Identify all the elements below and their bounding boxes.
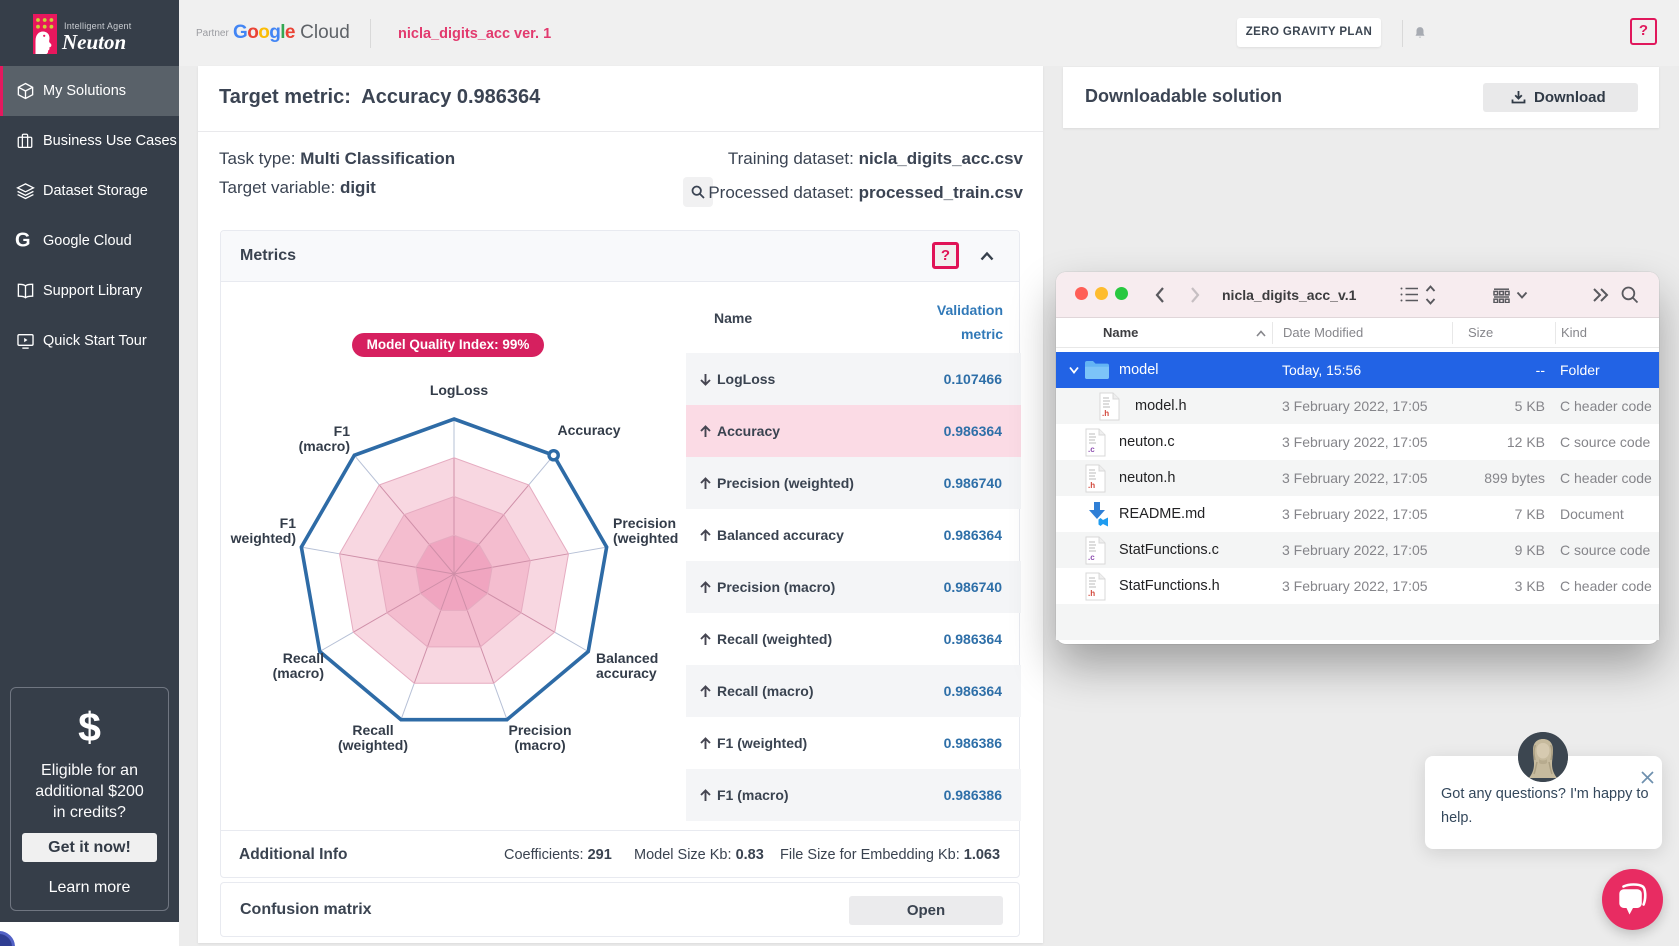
svg-text:.h: .h: [1088, 589, 1095, 598]
svg-text:.h: .h: [1102, 409, 1109, 418]
svg-text:.c: .c: [1088, 445, 1095, 454]
svg-text:.h: .h: [1088, 481, 1095, 490]
svg-text:.c: .c: [1088, 553, 1095, 562]
